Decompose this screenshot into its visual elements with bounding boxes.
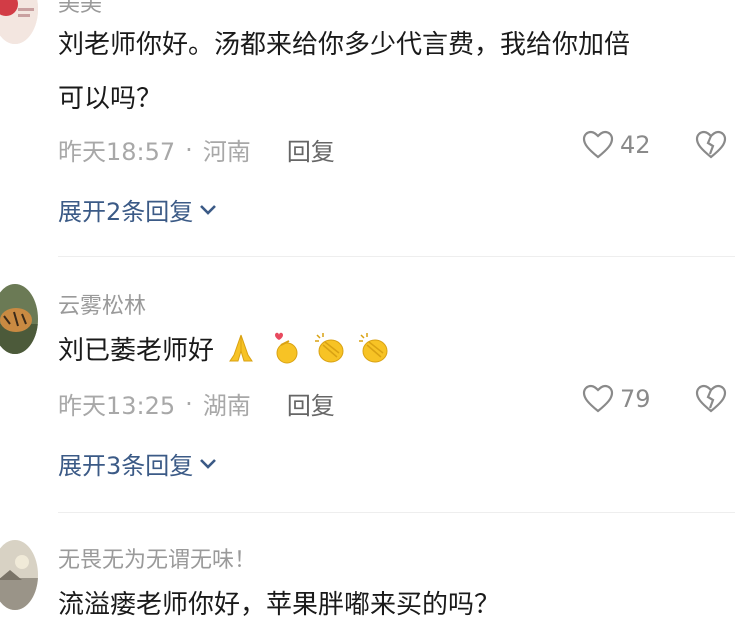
comment-text-line-2: 可以吗？ — [58, 84, 163, 114]
broken-heart-icon — [695, 384, 727, 413]
heart-icon — [582, 384, 614, 413]
avatar-image — [0, 284, 38, 354]
comment-text-content: 刘已萎老师好 — [58, 336, 215, 366]
comment-text-line-1: 刘老师你好。汤都来给你多少代言费，我给你加倍 — [58, 30, 631, 60]
divider — [58, 256, 735, 257]
chevron-down-icon — [200, 458, 217, 469]
like-button[interactable]: 79 — [582, 384, 651, 414]
comment-text: 刘已萎老师好 — [58, 324, 728, 378]
dislike-button[interactable] — [694, 130, 728, 164]
comment-meta: 昨天18:57 · 河南 回复 — [58, 132, 335, 167]
comment-username[interactable]: 美美 — [58, 0, 102, 18]
comment-location: 河南 — [202, 138, 251, 166]
comment-time: 昨天13:25 — [58, 392, 176, 420]
broken-heart-icon — [695, 130, 727, 159]
meta-separator: · — [185, 135, 193, 164]
avatar[interactable] — [0, 540, 38, 610]
clapping-hands-emoji-icon — [359, 333, 388, 363]
avatar[interactable] — [0, 0, 38, 44]
like-button[interactable]: 42 — [582, 130, 651, 160]
divider — [58, 512, 735, 513]
folded-hands-emoji-icon — [229, 334, 254, 362]
comment-username[interactable]: 无畏无为无谓无味！ — [58, 542, 256, 574]
expand-replies-label: 展开3条回复 — [58, 452, 194, 480]
comment-meta: 昨天13:25 · 湖南 回复 — [58, 386, 335, 421]
comment-time: 昨天18:57 — [58, 138, 176, 166]
reply-button[interactable]: 回复 — [287, 132, 335, 167]
like-count: 42 — [620, 131, 651, 159]
heart-icon — [582, 130, 614, 159]
expand-replies-button[interactable]: 展开3条回复 — [58, 446, 217, 481]
expand-replies-button[interactable]: 展开2条回复 — [58, 192, 217, 227]
comment-text: 流溢瘘老师你好，苹果胖嘟来买的吗？ — [58, 590, 501, 620]
finger-heart-emoji-icon — [274, 332, 298, 364]
chevron-down-icon — [200, 204, 217, 215]
reply-button[interactable]: 回复 — [287, 386, 335, 421]
expand-replies-label: 展开2条回复 — [58, 198, 194, 226]
comment-location: 湖南 — [202, 392, 251, 420]
avatar[interactable] — [0, 284, 38, 354]
clapping-hands-emoji-icon — [314, 333, 344, 363]
like-count: 79 — [620, 385, 651, 413]
dislike-button[interactable] — [694, 384, 728, 418]
comment-username[interactable]: 云雾松林 — [58, 288, 146, 320]
avatar-image — [0, 540, 38, 610]
meta-separator: · — [185, 389, 193, 418]
avatar-image — [0, 0, 38, 44]
